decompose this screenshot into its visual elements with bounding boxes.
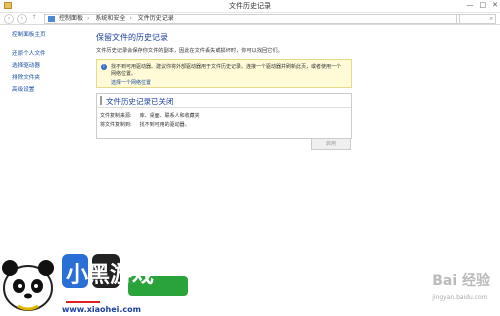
copy-target-row: 将文件复制到: 找不到可用的驱动器。 (100, 121, 190, 128)
close-button[interactable]: ✕ (492, 1, 498, 9)
back-icon[interactable]: ‹ (4, 14, 14, 24)
window-controls: — □ ✕ (467, 1, 499, 9)
control-panel-icon (48, 16, 55, 22)
status-panel-header: 文件历史记录已关闭 (97, 94, 351, 108)
status-panel: 文件历史记录已关闭 文件复制来源: 库、桌面、联系人和收藏夹 将文件复制到: 找… (96, 93, 352, 139)
breadcrumb-system-security[interactable]: 系统和安全 (95, 15, 125, 22)
xiaohei-logo: 小黑游戏 www.xiaohei.com (2, 254, 188, 314)
address-bar-row: ‹ › ↑ 控制面板 › 系统和安全 › 文件历史记录 ⌕ (0, 13, 500, 25)
copy-source-value: 库、桌面、联系人和收藏夹 (139, 113, 200, 119)
window-title: 文件历史记录 (229, 2, 271, 10)
copy-source-row: 文件复制来源: 库、桌面、联系人和收藏夹 (100, 112, 200, 119)
info-icon: i (101, 64, 107, 70)
warning-banner: i 找不到可用驱动器。建议你将外部驱动器用于文件历史记录。连接一个驱动器并刷新此… (96, 59, 352, 88)
page-title: 保留文件的历史记录 (96, 33, 168, 42)
nav-buttons: ‹ › ↑ (4, 14, 38, 24)
copy-target-label: 将文件复制到: (100, 122, 132, 128)
baidu-watermark: Bai 经验 jingyan.baidu.com (432, 270, 490, 301)
warning-text: 找不到可用驱动器。建议你将外部驱动器用于文件历史记录。连接一个驱动器并刷新此页，… (111, 64, 342, 77)
sidebar-item-advanced[interactable]: 高级设置 (12, 85, 82, 93)
maximize-button[interactable]: □ (480, 1, 487, 9)
logo-char-xiao: 小黑游戏 (66, 262, 154, 288)
main-content: 保留文件的历史记录 文件历史记录会保存你文件的副本，因此在文件丢失或损坏时，你可… (96, 32, 352, 139)
forward-icon[interactable]: › (17, 14, 27, 24)
title-bar: 文件历史记录 — □ ✕ (0, 0, 500, 13)
sidebar-item-select-drive[interactable]: 选择驱动器 (12, 61, 82, 69)
logo-site-url: www.xiaohei.com (62, 305, 141, 314)
status-bar-marker (100, 96, 102, 105)
page-description: 文件历史记录会保存你文件的副本，因此在文件丢失或损坏时，你可以找回它们。 (96, 48, 283, 54)
baidu-brand: Bai 经验 (432, 273, 490, 289)
enable-button[interactable]: 启用 (311, 138, 351, 150)
search-input[interactable]: ⌕ (456, 14, 496, 24)
minimize-button[interactable]: — (467, 1, 474, 9)
address-field[interactable]: 控制面板 › 系统和安全 › 文件历史记录 (44, 14, 460, 24)
network-location-link[interactable]: 选择一个网络位置 (111, 79, 343, 86)
sidebar-item-exclude-folders[interactable]: 排除文件夹 (12, 73, 82, 81)
copy-source-label: 文件复制来源: (100, 113, 132, 119)
search-icon: ⌕ (489, 15, 493, 22)
sidebar-home-link[interactable]: 控制面板主页 (12, 30, 82, 38)
baidu-site: jingyan.baidu.com (432, 294, 488, 301)
copy-target-value: 找不到可用的驱动器。 (139, 122, 190, 128)
up-icon[interactable]: ↑ (30, 14, 38, 22)
breadcrumb-file-history[interactable]: 文件历史记录 (138, 15, 174, 22)
breadcrumb-control-panel[interactable]: 控制面板 (59, 15, 83, 22)
sidebar-item-restore[interactable]: 还原个人文件 (12, 49, 82, 57)
status-title: 文件历史记录已关闭 (106, 97, 174, 106)
sidebar: 控制面板主页 还原个人文件 选择驱动器 排除文件夹 高级设置 (12, 30, 82, 97)
